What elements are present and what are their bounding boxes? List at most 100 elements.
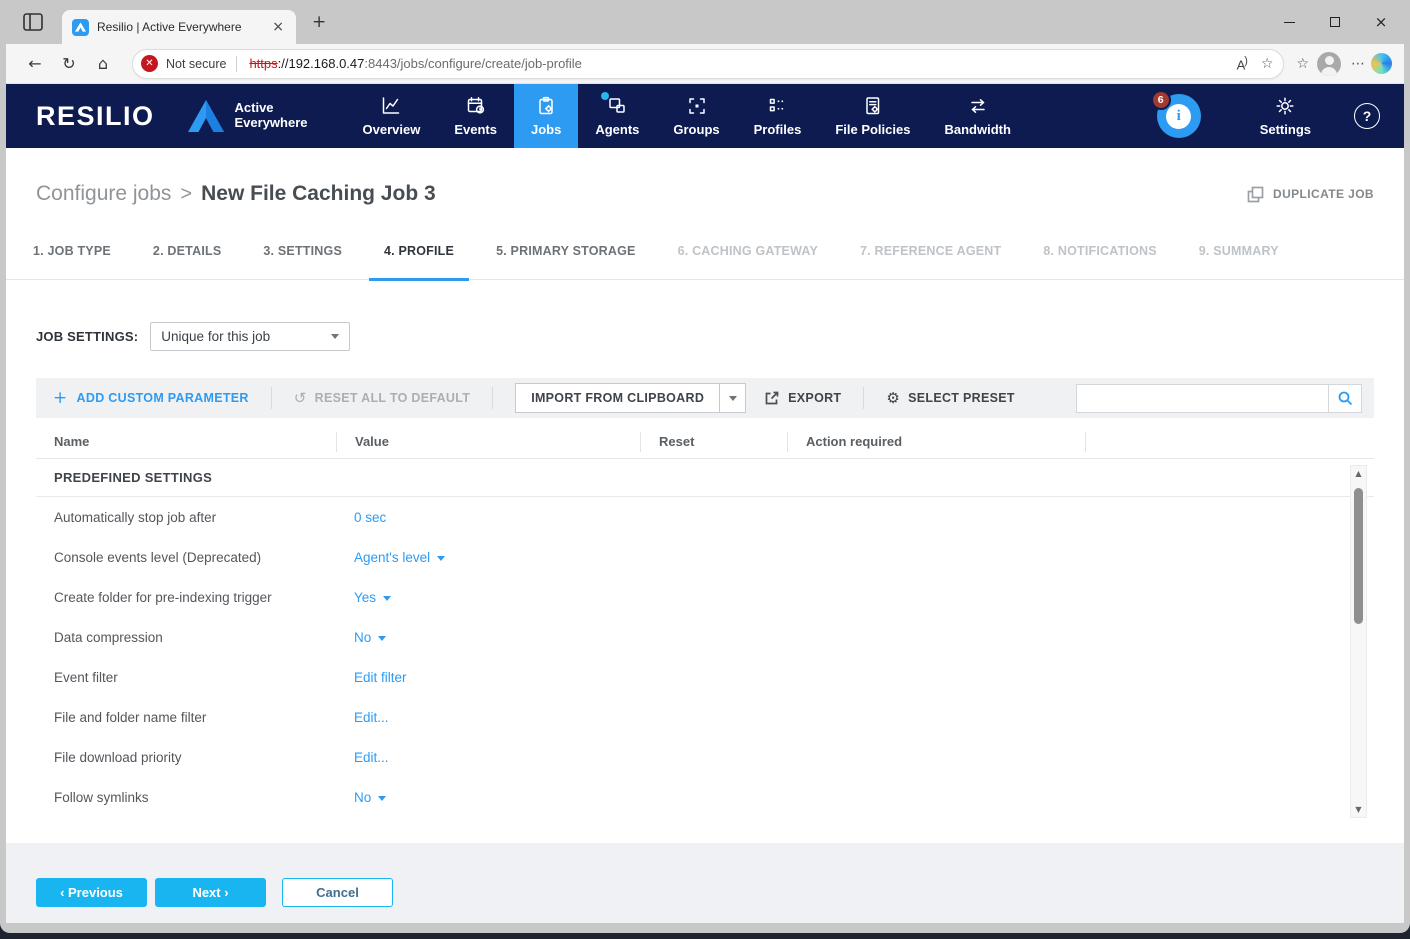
notifications-button[interactable]: i 6 bbox=[1157, 94, 1201, 138]
table-scrollbar[interactable]: ▲ ▼ bbox=[1350, 465, 1367, 818]
info-icon: i bbox=[1166, 104, 1191, 129]
table-row: File download priorityEdit... bbox=[36, 737, 1374, 777]
param-name: File download priority bbox=[36, 750, 336, 765]
job-settings-select[interactable]: Unique for this job bbox=[150, 322, 350, 351]
security-label[interactable]: Not secure bbox=[166, 57, 226, 71]
search-input[interactable] bbox=[1077, 385, 1328, 412]
cancel-button[interactable]: Cancel bbox=[282, 878, 393, 907]
nav-item-overview[interactable]: Overview bbox=[346, 84, 438, 148]
events-icon bbox=[465, 95, 487, 117]
param-name: Event filter bbox=[36, 670, 336, 685]
nav-item-profiles[interactable]: Profiles bbox=[737, 84, 819, 148]
url-scheme: https bbox=[249, 56, 277, 71]
import-from-clipboard-button[interactable]: IMPORT FROM CLIPBOARD bbox=[515, 383, 720, 413]
scroll-down-icon[interactable]: ▼ bbox=[1351, 805, 1366, 814]
wizard-step[interactable]: 2. DETAILS bbox=[153, 244, 221, 260]
param-value[interactable]: Edit... bbox=[336, 710, 640, 725]
favorite-star-icon[interactable]: ☆ bbox=[1261, 56, 1274, 72]
resilio-favicon-icon bbox=[72, 19, 89, 36]
tab-close-icon[interactable]: × bbox=[268, 19, 288, 35]
browser-tab[interactable]: Resilio | Active Everywhere × bbox=[62, 10, 296, 44]
param-value[interactable]: No bbox=[336, 790, 640, 805]
search-button[interactable] bbox=[1328, 385, 1361, 412]
divider bbox=[236, 56, 237, 72]
profile-avatar[interactable] bbox=[1317, 52, 1341, 76]
refresh-icon[interactable]: ↻ bbox=[52, 49, 86, 79]
import-options-button[interactable] bbox=[720, 383, 746, 413]
page-title: New File Caching Job 3 bbox=[201, 182, 436, 206]
nav-item-bandwidth[interactable]: Bandwidth bbox=[927, 84, 1027, 148]
table-row: File and folder name filterEdit... bbox=[36, 697, 1374, 737]
wizard-step[interactable]: 1. JOB TYPE bbox=[33, 244, 111, 260]
table-row: Follow symlinksNo bbox=[36, 777, 1374, 817]
parameters-table: PREDEFINED SETTINGS Automatically stop j… bbox=[36, 459, 1374, 817]
duplicate-job-button[interactable]: DUPLICATE JOB bbox=[1247, 186, 1374, 203]
help-button[interactable]: ? bbox=[1354, 103, 1380, 129]
page: Configure jobs > New File Caching Job 3 … bbox=[6, 148, 1404, 923]
wizard-step[interactable]: 3. SETTINGS bbox=[263, 244, 342, 260]
param-value[interactable]: No bbox=[336, 630, 640, 645]
minimize-button[interactable] bbox=[1266, 0, 1312, 44]
wizard-step: 8. NOTIFICATIONS bbox=[1043, 244, 1156, 260]
reset-all-to-default-button[interactable]: ↺ RESET ALL TO DEFAULT bbox=[294, 389, 470, 407]
overview-icon bbox=[380, 95, 402, 117]
table-row: Event filterEdit filter bbox=[36, 657, 1374, 697]
add-custom-parameter-button[interactable]: + ADD CUSTOM PARAMETER bbox=[53, 388, 249, 408]
nav-item-agents[interactable]: Agents bbox=[578, 84, 656, 148]
wizard-step: 9. SUMMARY bbox=[1199, 244, 1279, 260]
import-from-clipboard-split-button: IMPORT FROM CLIPBOARD bbox=[515, 383, 746, 413]
nav-item-jobs[interactable]: Jobs bbox=[514, 84, 578, 148]
section-header: PREDEFINED SETTINGS bbox=[36, 459, 1374, 497]
new-tab-icon[interactable]: + bbox=[312, 12, 326, 32]
nav-item-settings[interactable]: Settings bbox=[1243, 95, 1328, 137]
profiles-icon bbox=[766, 95, 788, 117]
nav-item-groups[interactable]: Groups bbox=[656, 84, 736, 148]
param-name: Create folder for pre-indexing trigger bbox=[36, 590, 336, 605]
browser-titlebar: Resilio | Active Everywhere × + × bbox=[6, 0, 1404, 44]
param-value[interactable]: Edit filter bbox=[336, 670, 640, 685]
read-aloud-icon[interactable]: A) bbox=[1237, 55, 1247, 72]
groups-icon bbox=[686, 95, 708, 117]
url-text[interactable]: https://192.168.0.47:8443/jobs/configure… bbox=[249, 56, 1228, 71]
table-row: Data compressionNo bbox=[36, 617, 1374, 657]
divider bbox=[863, 387, 864, 409]
scroll-up-icon[interactable]: ▲ bbox=[1351, 469, 1366, 478]
previous-button[interactable]: ‹ Previous bbox=[36, 878, 147, 907]
tab-title: Resilio | Active Everywhere bbox=[97, 20, 268, 34]
nav-items: OverviewEventsJobsAgentsGroupsProfilesFi… bbox=[346, 84, 1028, 148]
param-value[interactable]: 0 sec bbox=[336, 510, 640, 525]
active-everywhere-logo-icon bbox=[185, 98, 227, 134]
job-settings-label: JOB SETTINGS: bbox=[36, 329, 138, 344]
home-icon[interactable]: ⌂ bbox=[86, 49, 120, 79]
export-button[interactable]: EXPORT bbox=[764, 390, 841, 406]
more-menu-icon[interactable]: ⋯ bbox=[1351, 56, 1365, 72]
address-bar: ← ↻ ⌂ ✕ Not secure https://192.168.0.47:… bbox=[6, 44, 1404, 84]
param-name: Console events level (Deprecated) bbox=[36, 550, 336, 565]
url-field[interactable]: ✕ Not secure https://192.168.0.47:8443/j… bbox=[132, 49, 1284, 79]
breadcrumb-parent[interactable]: Configure jobs bbox=[36, 182, 171, 206]
brand: RESILIO Active Everywhere bbox=[36, 84, 308, 148]
parameters-toolbar: + ADD CUSTOM PARAMETER ↺ RESET ALL TO DE… bbox=[36, 378, 1374, 418]
param-value[interactable]: Edit... bbox=[336, 750, 640, 765]
resilio-wordmark: RESILIO bbox=[36, 101, 155, 132]
wizard-step: 6. CACHING GATEWAY bbox=[678, 244, 818, 260]
favorites-bar-icon[interactable]: ☆ bbox=[1296, 56, 1309, 72]
nav-item-file-policies[interactable]: File Policies bbox=[818, 84, 927, 148]
close-button[interactable]: × bbox=[1358, 0, 1404, 44]
back-icon[interactable]: ← bbox=[18, 49, 52, 79]
param-value[interactable]: Yes bbox=[336, 590, 640, 605]
select-preset-button[interactable]: ⚙ SELECT PRESET bbox=[886, 389, 1014, 407]
navbar-right: i 6 Settings ? bbox=[1157, 84, 1404, 148]
wizard-step[interactable]: 5. PRIMARY STORAGE bbox=[496, 244, 636, 260]
param-name: Automatically stop job after bbox=[36, 510, 336, 525]
maximize-button[interactable] bbox=[1312, 0, 1358, 44]
param-value[interactable]: Agent's level bbox=[336, 550, 640, 565]
scrollbar-thumb[interactable] bbox=[1354, 488, 1363, 624]
product-name: Active Everywhere bbox=[235, 101, 308, 131]
duplicate-icon bbox=[1247, 186, 1264, 203]
nav-item-events[interactable]: Events bbox=[437, 84, 514, 148]
wizard-step[interactable]: 4. PROFILE bbox=[384, 244, 454, 260]
copilot-icon[interactable] bbox=[1371, 53, 1392, 74]
tab-actions-icon[interactable] bbox=[20, 11, 46, 33]
next-button[interactable]: Next › bbox=[155, 878, 266, 907]
